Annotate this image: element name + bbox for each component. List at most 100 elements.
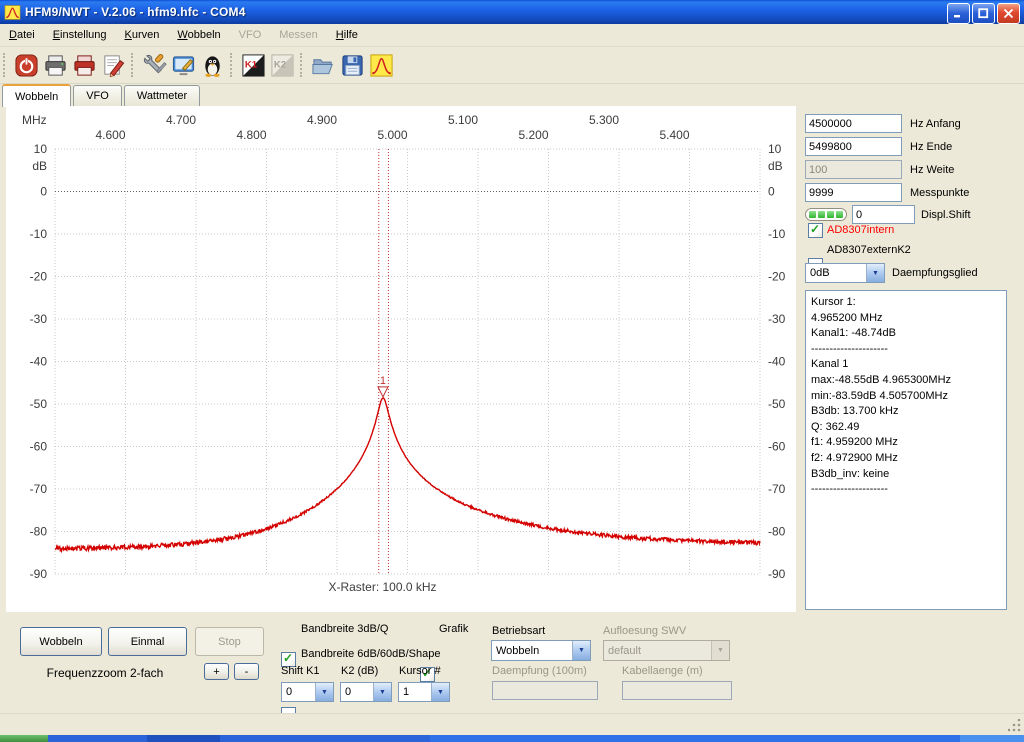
- displ-shift-input[interactable]: [852, 205, 915, 224]
- menu-vfo: VFO: [230, 26, 271, 44]
- svg-text:4.900: 4.900: [307, 113, 337, 127]
- toolbar-separator: [300, 53, 306, 77]
- shift-k1-label: Shift K1: [281, 665, 320, 677]
- hz-weite-input: [805, 160, 902, 179]
- stop-button: Stop: [195, 627, 264, 656]
- power-off-icon[interactable]: [13, 52, 40, 79]
- chevron-down-icon: ▼: [866, 264, 884, 282]
- status-bar: [0, 713, 1024, 736]
- menu-einstellung[interactable]: Einstellung: [44, 26, 116, 44]
- svg-text:X-Raster: 100.0 kHz: X-Raster: 100.0 kHz: [328, 580, 436, 594]
- tab-bar: Wobbeln VFO Wattmeter: [2, 84, 202, 106]
- svg-text:0: 0: [768, 185, 775, 199]
- sweep-chart-panel: MHz4.7004.9005.1005.3004.6004.8005.0005.…: [6, 106, 796, 612]
- chevron-down-icon: ▼: [373, 683, 391, 701]
- hz-anfang-input[interactable]: [805, 114, 902, 133]
- svg-text:-70: -70: [768, 482, 786, 496]
- svg-text:-30: -30: [30, 312, 48, 326]
- taskbar-button[interactable]: [147, 735, 220, 742]
- hz-ende-input[interactable]: [805, 137, 902, 156]
- svg-text:-50: -50: [768, 397, 786, 411]
- svg-text:MHz: MHz: [22, 113, 47, 127]
- linux-tux-icon[interactable]: [199, 52, 226, 79]
- svg-text:5.300: 5.300: [589, 113, 619, 127]
- svg-text:-40: -40: [30, 355, 48, 369]
- ad8307intern-label: AD8307intern: [827, 224, 894, 236]
- svg-text:K2: K2: [274, 59, 286, 70]
- menu-messen: Messen: [270, 26, 327, 44]
- tab-wattmeter[interactable]: Wattmeter: [124, 85, 200, 106]
- hz-weite-label: Hz Weite: [910, 164, 954, 176]
- aufloesung-swv-select: default▼: [603, 640, 730, 661]
- displ-shift-label: Displ.Shift: [921, 209, 971, 221]
- wobbeln-button[interactable]: Wobbeln: [20, 627, 102, 656]
- sweep-chart[interactable]: MHz4.7004.9005.1005.3004.6004.8005.0005.…: [6, 106, 796, 612]
- edit-report-icon[interactable]: [100, 52, 127, 79]
- grafik-label: Grafik: [439, 623, 468, 635]
- open-file-icon[interactable]: [310, 52, 337, 79]
- k2-db-label: K2 (dB): [341, 665, 378, 677]
- close-button[interactable]: [997, 3, 1020, 24]
- app-icon: [4, 5, 21, 20]
- menu-kurven[interactable]: Kurven: [116, 26, 169, 44]
- taskbar[interactable]: [0, 735, 1024, 742]
- taskbar-section[interactable]: [430, 735, 960, 742]
- sweep-curve-icon[interactable]: [368, 52, 395, 79]
- zoom-out-button[interactable]: -: [234, 663, 259, 680]
- toolbar-grip: [3, 53, 9, 77]
- save-file-icon[interactable]: [339, 52, 366, 79]
- zoom-in-button[interactable]: +: [204, 663, 229, 680]
- daempfungsglied-select[interactable]: 0dB▼: [805, 263, 885, 283]
- svg-text:10: 10: [34, 142, 48, 156]
- minimize-button[interactable]: [947, 3, 970, 24]
- kabellaenge-label: Kabellaenge (m): [622, 665, 703, 677]
- svg-text:K1: K1: [245, 59, 258, 70]
- tab-vfo[interactable]: VFO: [73, 85, 122, 106]
- title-bar[interactable]: HFM9/NWT - V.2.06 - hfm9.hfc - COM4: [0, 0, 1024, 24]
- menu-bar: Datei Einstellung Kurven Wobbeln VFO Mes…: [0, 24, 1024, 47]
- svg-text:5.100: 5.100: [448, 113, 478, 127]
- einmal-button[interactable]: Einmal: [108, 627, 187, 656]
- svg-text:4.800: 4.800: [236, 128, 266, 142]
- betriebsart-label: Betriebsart: [492, 625, 545, 637]
- svg-text:-40: -40: [768, 355, 786, 369]
- chevron-down-icon: ▼: [431, 683, 449, 701]
- toolbar-separator: [131, 53, 137, 77]
- cursor-k1-icon[interactable]: K1: [240, 52, 267, 79]
- system-tray[interactable]: [960, 735, 1024, 742]
- ad8307intern-checkbox[interactable]: [808, 223, 823, 238]
- cursor-k2-icon: K2: [269, 52, 296, 79]
- aufloesung-swv-label: Aufloesung SWV: [603, 625, 686, 637]
- menu-wobbeln[interactable]: Wobbeln: [168, 26, 229, 44]
- daempfungsglied-label: Daempfungsglied: [892, 267, 978, 279]
- chevron-down-icon: ▼: [572, 641, 590, 660]
- betriebsart-select[interactable]: Wobbeln▼: [491, 640, 591, 661]
- bandbreite-3db-label: Bandbreite 3dB/Q: [301, 623, 388, 635]
- resize-grip[interactable]: [1008, 719, 1021, 732]
- shift-k1-select[interactable]: 0▼: [281, 682, 334, 702]
- frequenzzoom-label: Frequenzzoom 2-fach: [20, 666, 190, 680]
- svg-text:-20: -20: [768, 270, 786, 284]
- k2-db-select[interactable]: 0▼: [340, 682, 392, 702]
- bandbreite-6db-label: Bandbreite 6dB/60dB/Shape: [301, 648, 440, 660]
- graphics-setup-icon[interactable]: [170, 52, 197, 79]
- start-button-edge[interactable]: [0, 735, 48, 742]
- svg-text:-80: -80: [30, 525, 48, 539]
- menu-datei[interactable]: Datei: [0, 26, 44, 44]
- settings-tools-icon[interactable]: [141, 52, 168, 79]
- svg-text:-30: -30: [768, 312, 786, 326]
- print-icon[interactable]: [42, 52, 69, 79]
- messpunkte-input[interactable]: [805, 183, 902, 202]
- svg-text:-10: -10: [768, 227, 786, 241]
- messpunkte-label: Messpunkte: [910, 187, 969, 199]
- toolbar: K1 K2: [0, 47, 1024, 84]
- svg-text:5.000: 5.000: [377, 128, 407, 142]
- hz-ende-label: Hz Ende: [910, 141, 952, 153]
- window-title: HFM9/NWT - V.2.06 - hfm9.hfc - COM4: [25, 5, 246, 19]
- tab-wobbeln[interactable]: Wobbeln: [2, 84, 71, 107]
- svg-text:4.700: 4.700: [166, 113, 196, 127]
- maximize-button[interactable]: [972, 3, 995, 24]
- kursor-select[interactable]: 1▼: [398, 682, 450, 702]
- print-color-icon[interactable]: [71, 52, 98, 79]
- menu-hilfe[interactable]: Hilfe: [327, 26, 367, 44]
